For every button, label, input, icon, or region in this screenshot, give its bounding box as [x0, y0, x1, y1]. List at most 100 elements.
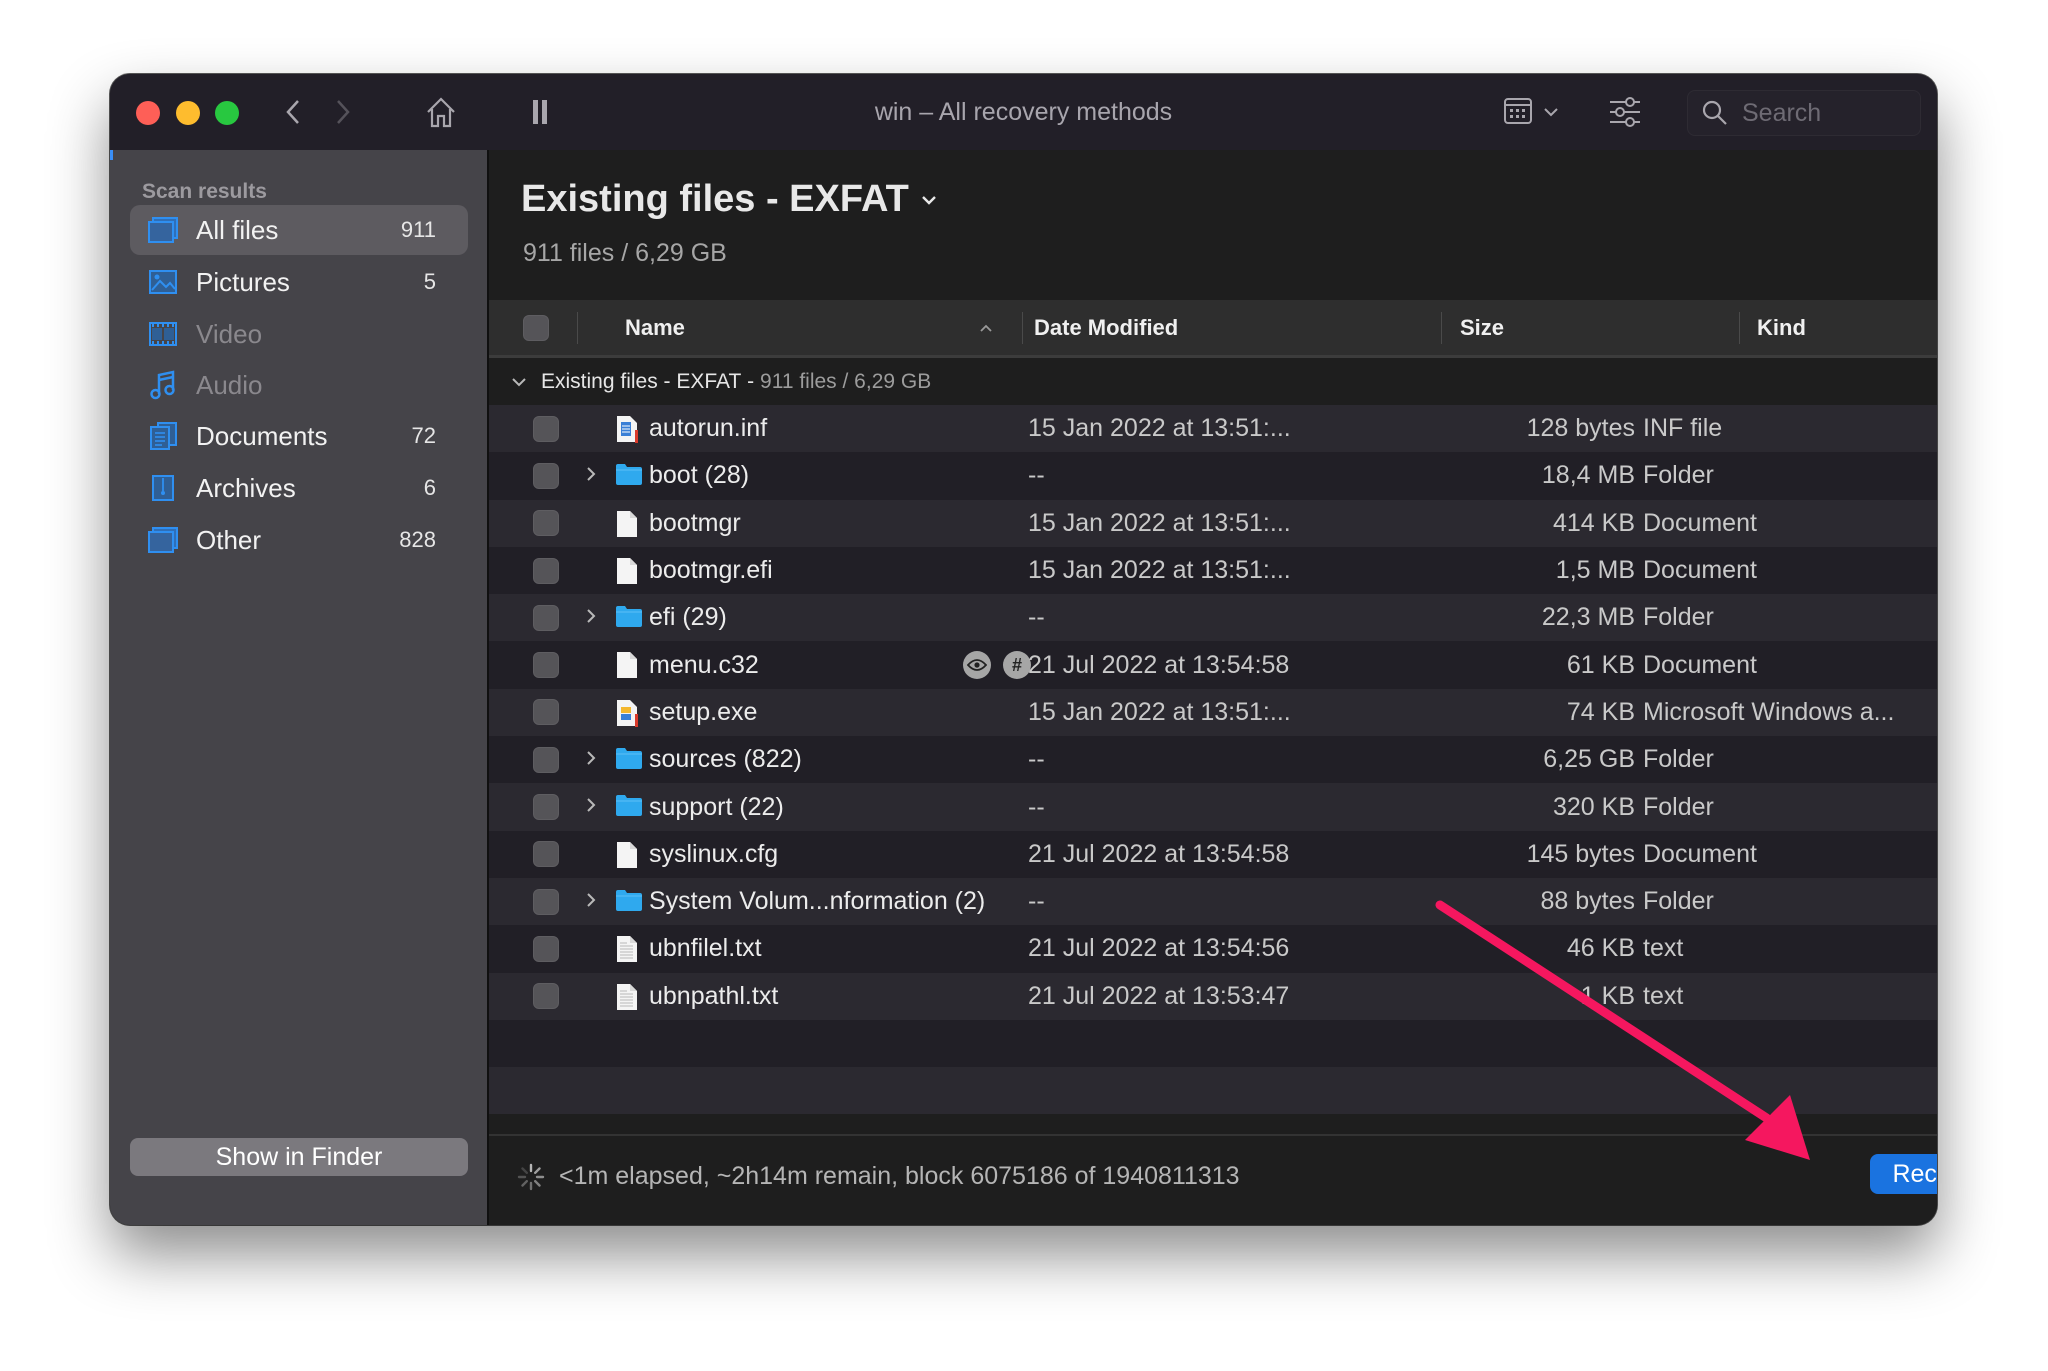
file-date: 15 Jan 2022 at 13:51:...	[1028, 556, 1291, 585]
file-row[interactable]: ubnfilel.txt 21 Jul 2022 at 13:54:56 46 KB…	[489, 925, 1937, 973]
chevron-down-icon	[1543, 104, 1559, 122]
group-summary: 911 files / 6,29 GB	[760, 369, 932, 393]
file-row[interactable]: setup.exe 15 Jan 2022 at 13:51:... 74 KB Mi…	[489, 688, 1937, 737]
file-size: 6,25 GB	[1543, 745, 1635, 774]
file-row[interactable]: syslinux.cfg 21 Jul 2022 at 13:54:58 145 b…	[489, 830, 1937, 878]
file-name: autorun.inf	[649, 414, 768, 443]
sidebar-item-count: 72	[411, 423, 436, 448]
select-all-checkbox[interactable]	[523, 300, 549, 355]
scan-progress-status: <1m elapsed, ~2h14m remain, block 607518…	[559, 1162, 1240, 1190]
expand-chevron-icon[interactable]	[585, 747, 597, 773]
file-name: setup.exe	[649, 697, 758, 726]
file-row[interactable]: System Volum...nformation (2) -- 88 bytes F…	[489, 877, 1937, 926]
row-checkbox[interactable]	[533, 415, 559, 442]
sliders-icon[interactable]	[1607, 94, 1643, 130]
file-row[interactable]: boot (28) -- 18,4 MB Folder	[489, 452, 1937, 500]
show-in-finder-button[interactable]: Show in Finder	[130, 1138, 468, 1176]
file-date: 21 Jul 2022 at 13:54:58	[1028, 650, 1290, 679]
search-field[interactable]	[1687, 90, 1921, 136]
text-file-icon	[615, 983, 643, 1011]
file-row[interactable]: bootmgr.efi 15 Jan 2022 at 13:51:... 1,5 M…	[489, 546, 1937, 595]
folder-icon	[615, 793, 643, 821]
file-date: 21 Jul 2022 at 13:54:56	[1028, 934, 1290, 963]
preview-eye-icon[interactable]	[963, 651, 991, 680]
view-mode-button[interactable]	[1497, 97, 1565, 128]
document-icon	[615, 841, 643, 869]
expand-chevron-icon[interactable]	[585, 794, 597, 820]
column-divider	[1739, 312, 1740, 344]
row-checkbox[interactable]	[533, 652, 559, 679]
row-checkbox[interactable]	[533, 746, 559, 773]
file-row[interactable]: support (22) -- 320 KB Folder	[489, 783, 1937, 831]
file-row[interactable]: ubnpathl.txt 21 Jul 2022 at 13:53:47 1 KB t…	[489, 972, 1937, 1020]
expand-chevron-icon[interactable]	[585, 463, 597, 489]
expand-chevron-icon[interactable]	[585, 605, 597, 631]
sidebar-item-video[interactable]: Video	[130, 309, 468, 359]
row-checkbox[interactable]	[533, 604, 559, 631]
sidebar-item-label: Video	[196, 318, 263, 349]
sidebar-item-label: Documents	[196, 420, 328, 451]
column-header-kind[interactable]: Kind	[1757, 300, 1806, 355]
file-kind: INF file	[1643, 414, 1723, 443]
file-name: bootmgr.efi	[649, 556, 773, 585]
file-size: 74 KB	[1566, 697, 1635, 726]
file-name: syslinux.cfg	[649, 839, 779, 868]
file-kind: Document	[1643, 556, 1757, 585]
recover-button[interactable]: Recover	[1870, 1154, 1937, 1194]
sidebar-item-count: 828	[399, 527, 436, 552]
sidebar-item-archives[interactable]: Archives 6	[130, 463, 468, 513]
file-date: 15 Jan 2022 at 13:51:...	[1028, 508, 1291, 537]
sidebar-item-pictures[interactable]: Pictures 5	[130, 257, 468, 307]
row-checkbox[interactable]	[533, 983, 559, 1010]
file-row[interactable]: bootmgr 15 Jan 2022 at 13:51:... 414 KB Doc…	[489, 499, 1937, 547]
empty-row	[489, 1067, 1937, 1115]
row-checkbox[interactable]	[533, 935, 559, 962]
file-list: autorun.inf 15 Jan 2022 at 13:51:... 128 b…	[489, 405, 1937, 1115]
column-header-name[interactable]: Name	[625, 300, 1005, 355]
row-checkbox[interactable]	[533, 794, 559, 821]
file-row[interactable]: autorun.inf 15 Jan 2022 at 13:51:... 128 b…	[489, 405, 1937, 453]
file-row[interactable]: menu.c32 #21 Jul 2022 at 13:54:58 61 KB Doc…	[489, 641, 1937, 689]
row-checkbox[interactable]	[533, 510, 559, 537]
file-name: sources (822)	[649, 745, 802, 774]
row-checkbox[interactable]	[533, 462, 559, 489]
sidebar-item-documents[interactable]: Documents 72	[130, 411, 468, 461]
file-date: --	[1028, 887, 1045, 916]
video-icon	[146, 317, 180, 351]
main-content: Existing files - EXFAT 911 files / 6,29 …	[489, 150, 1937, 1225]
search-input[interactable]	[1740, 97, 1914, 129]
hash-icon[interactable]: #	[1003, 651, 1031, 680]
sidebar-item-all-files[interactable]: All files 911	[130, 205, 468, 255]
column-header-size[interactable]: Size	[1460, 300, 1504, 355]
file-size: 18,4 MB	[1541, 461, 1635, 490]
file-date: --	[1028, 792, 1045, 821]
chevron-down-icon	[921, 195, 937, 205]
page-title-dropdown[interactable]: Existing files - EXFAT	[521, 178, 937, 221]
row-checkbox[interactable]	[533, 699, 559, 726]
file-kind: text	[1643, 934, 1684, 963]
search-icon	[1702, 100, 1728, 126]
file-kind: Folder	[1643, 603, 1714, 632]
group-header-row[interactable]: Existing files - EXFAT - 911 files / 6,2…	[489, 358, 1937, 405]
column-divider	[1441, 312, 1442, 344]
file-date: 21 Jul 2022 at 13:53:47	[1028, 981, 1290, 1010]
sidebar-item-audio[interactable]: Audio	[130, 360, 468, 410]
expand-chevron-icon[interactable]	[585, 889, 597, 915]
folder-icon	[615, 746, 643, 774]
sidebar-heading: Scan results	[142, 180, 267, 203]
progress-spinner-icon	[517, 1163, 545, 1191]
other-icon	[146, 523, 180, 557]
row-checkbox[interactable]	[533, 888, 559, 915]
sidebar-item-other[interactable]: Other 828	[130, 515, 468, 565]
file-row[interactable]: sources (822) -- 6,25 GB Folder	[489, 736, 1937, 784]
page-subtitle: 911 files / 6,29 GB	[523, 239, 727, 267]
column-divider	[1022, 312, 1023, 344]
column-header-date[interactable]: Date Modified	[1034, 300, 1178, 355]
row-checkbox[interactable]	[533, 557, 559, 584]
file-size: 88 bytes	[1540, 887, 1635, 916]
table-header: Name Date Modified Size Kind	[489, 300, 1937, 358]
sidebar-focus-indicator	[110, 150, 113, 160]
file-row[interactable]: efi (29) -- 22,3 MB Folder	[489, 594, 1937, 642]
document-icon	[615, 651, 643, 679]
row-checkbox[interactable]	[533, 841, 559, 868]
